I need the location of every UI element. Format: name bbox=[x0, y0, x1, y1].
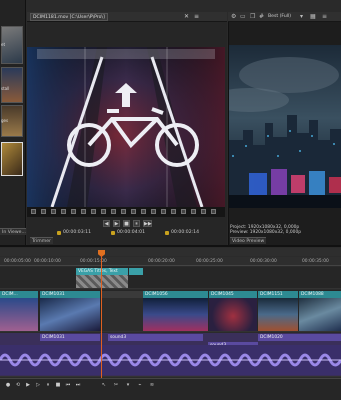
ruler-label: 00:00:25:00 bbox=[196, 259, 223, 264]
preview-video-frame[interactable] bbox=[229, 45, 341, 208]
ripple-icon[interactable]: ≋ bbox=[148, 381, 156, 389]
duration-icon bbox=[165, 231, 169, 235]
video-clip[interactable]: DCIM1045 bbox=[209, 291, 257, 298]
video-gap-body bbox=[101, 298, 143, 331]
trimmer-video-frame[interactable] bbox=[27, 47, 225, 207]
menu-icon[interactable]: ≡ bbox=[194, 14, 199, 20]
grid-icon[interactable]: # bbox=[259, 14, 264, 20]
go-to-end-icon[interactable]: ⏭ bbox=[74, 381, 82, 389]
ruler-label: 00:00:15:00 bbox=[80, 259, 107, 264]
media-thumb[interactable] bbox=[1, 142, 23, 176]
tab-viewer[interactable]: In Viewe... bbox=[0, 228, 26, 235]
video-clip-thumb[interactable] bbox=[299, 298, 341, 331]
stop-icon[interactable]: ■ bbox=[54, 381, 62, 389]
record-icon[interactable]: ● bbox=[4, 381, 12, 389]
stop-button[interactable]: ■ bbox=[123, 220, 130, 227]
copy-icon[interactable]: ❐ bbox=[250, 14, 255, 20]
video-gap bbox=[101, 291, 143, 298]
preview-quality-select[interactable]: Best (Full) bbox=[268, 14, 291, 19]
title-clip[interactable]: VEGAS Titles, Text bbox=[76, 268, 128, 275]
video-clip[interactable]: DCIM1056 bbox=[143, 291, 208, 298]
close-icon[interactable]: ✕ bbox=[184, 14, 189, 20]
ruler-label: 00:00:10:00 bbox=[34, 259, 61, 264]
tab-video-preview[interactable]: Video Preview bbox=[230, 237, 267, 244]
media-label: ges bbox=[1, 118, 9, 123]
video-clip[interactable]: DCIM1088 bbox=[299, 291, 341, 298]
ruler-label: 00:00:35:00 bbox=[302, 259, 329, 264]
trimmer-timecodes: 00:00:03:11 00:00:04:01 00:00:02:14 bbox=[27, 230, 225, 238]
timeline-top-bar bbox=[0, 248, 341, 256]
in-time: 00:00:03:11 bbox=[63, 230, 92, 235]
preview-value: 1920x1080x32, 0,000p bbox=[249, 230, 302, 235]
go-to-start-icon[interactable]: ⏮ bbox=[64, 381, 72, 389]
out-time: 00:00:04:01 bbox=[117, 230, 146, 235]
play-button[interactable]: ▶ bbox=[113, 220, 120, 227]
title-track bbox=[0, 267, 341, 289]
pause-button[interactable]: ⏸ bbox=[133, 220, 140, 227]
media-label: et bbox=[1, 42, 6, 47]
chevron-down-icon[interactable]: ▾ bbox=[300, 14, 303, 20]
menu-icon[interactable]: ≡ bbox=[322, 14, 327, 20]
bike-lane-image bbox=[27, 47, 225, 207]
city-night-image bbox=[229, 45, 341, 208]
video-clip-thumb[interactable] bbox=[143, 298, 208, 331]
trimmer-transport: ◀ ▶ ■ ⏸ ▶▶ bbox=[27, 217, 225, 230]
title-clip-body[interactable] bbox=[76, 275, 128, 288]
out-point-icon bbox=[111, 231, 115, 235]
duration-time: 00:00:02:14 bbox=[171, 230, 200, 235]
tab-trimmer[interactable]: Trimmer bbox=[30, 237, 53, 244]
snap-icon[interactable]: ⌁ bbox=[136, 381, 144, 389]
next-frame-button[interactable]: ▶▶ bbox=[143, 220, 152, 227]
preview-label: Preview: bbox=[230, 230, 249, 235]
trimmer-file-title[interactable]: DCIM1181.mov [C:\User\P\Pro\] bbox=[30, 13, 108, 21]
audio-clip[interactable]: DCIM1031 bbox=[40, 334, 100, 341]
video-clip-thumb[interactable] bbox=[40, 298, 100, 331]
pause-icon[interactable]: ⏸ bbox=[44, 381, 52, 389]
normal-edit-tool-icon[interactable]: ↖ bbox=[100, 381, 108, 389]
media-thumb[interactable] bbox=[1, 67, 23, 103]
monitor-icon[interactable]: ▭ bbox=[240, 14, 246, 20]
trimmer-frame-strip[interactable] bbox=[27, 207, 225, 217]
previous-frame-button[interactable]: ◀ bbox=[103, 220, 110, 227]
audio-clip[interactable]: sound3 bbox=[108, 334, 203, 341]
video-clip[interactable]: DCIM... bbox=[0, 291, 38, 298]
video-clip[interactable]: DCIM1031 bbox=[40, 291, 100, 298]
media-panel: et stall ges In Viewe... bbox=[0, 0, 26, 245]
overlay-icon[interactable]: ▦ bbox=[310, 14, 316, 20]
loop-icon[interactable]: ⟲ bbox=[14, 381, 22, 389]
audio-clip[interactable]: DCIM1020 bbox=[258, 334, 341, 341]
audio-waveform[interactable] bbox=[0, 345, 341, 375]
ruler-label: 00:00:30:00 bbox=[250, 259, 277, 264]
in-point-icon bbox=[57, 231, 61, 235]
gear-icon[interactable]: ⚙ bbox=[231, 14, 236, 20]
video-clip-thumb[interactable] bbox=[0, 298, 38, 331]
video-clip[interactable]: DCIM1151 bbox=[258, 291, 298, 298]
split-tool-icon[interactable]: ✂ bbox=[112, 381, 120, 389]
ruler-label: 00:00:05:00 bbox=[4, 259, 31, 264]
marker-icon[interactable]: ▾ bbox=[124, 381, 132, 389]
ruler-label: 00:00:20:00 bbox=[148, 259, 175, 264]
video-clip-thumb[interactable] bbox=[209, 298, 257, 331]
preview-info: Project: 1920x1080x32, 0,000p Preview: 1… bbox=[230, 225, 340, 235]
play-icon[interactable]: ▷ bbox=[34, 381, 42, 389]
playhead-line[interactable] bbox=[101, 255, 102, 385]
video-clip-thumb[interactable] bbox=[258, 298, 298, 331]
media-label: stall bbox=[1, 86, 10, 91]
play-from-start-icon[interactable]: ▶ bbox=[24, 381, 32, 389]
title-clip-end[interactable] bbox=[129, 268, 143, 275]
